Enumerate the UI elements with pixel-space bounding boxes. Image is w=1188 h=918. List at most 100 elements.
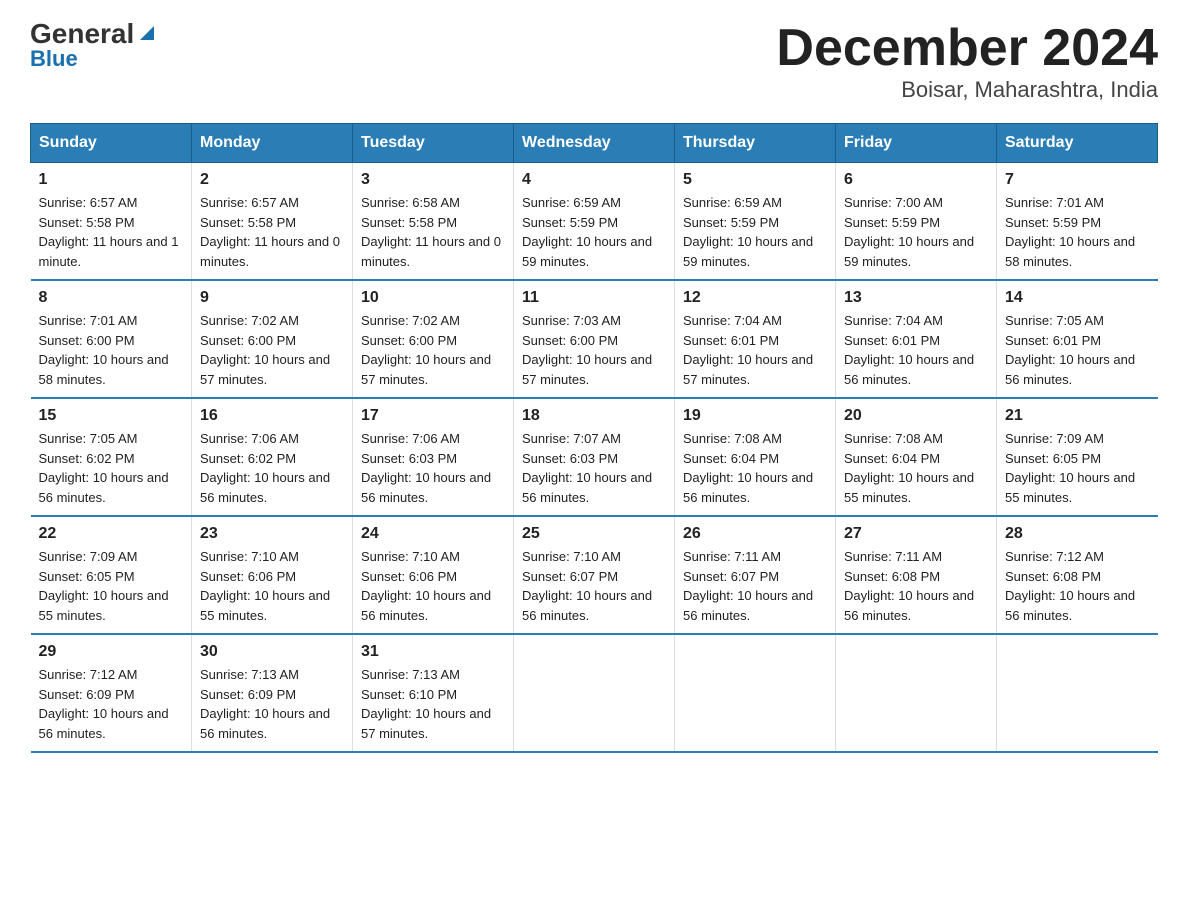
day-number: 21: [1005, 407, 1150, 425]
calendar-cell: 16 Sunrise: 7:06 AMSunset: 6:02 PMDaylig…: [192, 398, 353, 516]
day-number: 7: [1005, 171, 1150, 189]
header-tuesday: Tuesday: [353, 124, 514, 163]
calendar-cell: 11 Sunrise: 7:03 AMSunset: 6:00 PMDaylig…: [514, 280, 675, 398]
day-number: 29: [39, 643, 184, 661]
day-number: 4: [522, 171, 666, 189]
day-info: Sunrise: 6:57 AMSunset: 5:58 PMDaylight:…: [39, 195, 179, 269]
calendar-cell: 31 Sunrise: 7:13 AMSunset: 6:10 PMDaylig…: [353, 634, 514, 752]
calendar-cell: 24 Sunrise: 7:10 AMSunset: 6:06 PMDaylig…: [353, 516, 514, 634]
day-info: Sunrise: 6:58 AMSunset: 5:58 PMDaylight:…: [361, 195, 501, 269]
day-number: 2: [200, 171, 344, 189]
day-number: 13: [844, 289, 988, 307]
day-info: Sunrise: 7:00 AMSunset: 5:59 PMDaylight:…: [844, 195, 974, 269]
day-number: 28: [1005, 525, 1150, 543]
calendar-cell: 6 Sunrise: 7:00 AMSunset: 5:59 PMDayligh…: [836, 163, 997, 281]
day-info: Sunrise: 6:59 AMSunset: 5:59 PMDaylight:…: [683, 195, 813, 269]
day-info: Sunrise: 7:10 AMSunset: 6:07 PMDaylight:…: [522, 549, 652, 623]
day-info: Sunrise: 7:08 AMSunset: 6:04 PMDaylight:…: [683, 431, 813, 505]
day-info: Sunrise: 7:01 AMSunset: 6:00 PMDaylight:…: [39, 313, 169, 387]
page-header: General Blue December 2024 Boisar, Mahar…: [30, 20, 1158, 103]
calendar-cell: 27 Sunrise: 7:11 AMSunset: 6:08 PMDaylig…: [836, 516, 997, 634]
day-number: 11: [522, 289, 666, 307]
calendar-cell: 28 Sunrise: 7:12 AMSunset: 6:08 PMDaylig…: [997, 516, 1158, 634]
calendar-header-row: Sunday Monday Tuesday Wednesday Thursday…: [31, 124, 1158, 163]
day-info: Sunrise: 7:01 AMSunset: 5:59 PMDaylight:…: [1005, 195, 1135, 269]
calendar-cell: 20 Sunrise: 7:08 AMSunset: 6:04 PMDaylig…: [836, 398, 997, 516]
day-number: 12: [683, 289, 827, 307]
calendar-cell: 7 Sunrise: 7:01 AMSunset: 5:59 PMDayligh…: [997, 163, 1158, 281]
day-info: Sunrise: 7:02 AMSunset: 6:00 PMDaylight:…: [361, 313, 491, 387]
calendar-cell: [675, 634, 836, 752]
day-number: 16: [200, 407, 344, 425]
day-number: 14: [1005, 289, 1150, 307]
header-monday: Monday: [192, 124, 353, 163]
logo: General Blue: [30, 20, 158, 72]
day-info: Sunrise: 7:07 AMSunset: 6:03 PMDaylight:…: [522, 431, 652, 505]
day-number: 30: [200, 643, 344, 661]
calendar-cell: [997, 634, 1158, 752]
calendar-cell: 19 Sunrise: 7:08 AMSunset: 6:04 PMDaylig…: [675, 398, 836, 516]
day-number: 25: [522, 525, 666, 543]
day-info: Sunrise: 7:08 AMSunset: 6:04 PMDaylight:…: [844, 431, 974, 505]
day-number: 6: [844, 171, 988, 189]
header-wednesday: Wednesday: [514, 124, 675, 163]
calendar-cell: 15 Sunrise: 7:05 AMSunset: 6:02 PMDaylig…: [31, 398, 192, 516]
calendar-cell: 9 Sunrise: 7:02 AMSunset: 6:00 PMDayligh…: [192, 280, 353, 398]
day-info: Sunrise: 7:06 AMSunset: 6:02 PMDaylight:…: [200, 431, 330, 505]
calendar-week-row: 1 Sunrise: 6:57 AMSunset: 5:58 PMDayligh…: [31, 163, 1158, 281]
day-number: 20: [844, 407, 988, 425]
day-number: 3: [361, 171, 505, 189]
day-number: 9: [200, 289, 344, 307]
calendar-cell: 12 Sunrise: 7:04 AMSunset: 6:01 PMDaylig…: [675, 280, 836, 398]
calendar-cell: 4 Sunrise: 6:59 AMSunset: 5:59 PMDayligh…: [514, 163, 675, 281]
day-number: 23: [200, 525, 344, 543]
calendar-cell: 22 Sunrise: 7:09 AMSunset: 6:05 PMDaylig…: [31, 516, 192, 634]
day-number: 22: [39, 525, 184, 543]
logo-triangle-icon: [136, 22, 158, 44]
calendar-cell: 14 Sunrise: 7:05 AMSunset: 6:01 PMDaylig…: [997, 280, 1158, 398]
day-number: 8: [39, 289, 184, 307]
day-number: 27: [844, 525, 988, 543]
day-number: 10: [361, 289, 505, 307]
day-info: Sunrise: 7:04 AMSunset: 6:01 PMDaylight:…: [844, 313, 974, 387]
calendar-cell: 29 Sunrise: 7:12 AMSunset: 6:09 PMDaylig…: [31, 634, 192, 752]
day-info: Sunrise: 6:59 AMSunset: 5:59 PMDaylight:…: [522, 195, 652, 269]
day-info: Sunrise: 7:10 AMSunset: 6:06 PMDaylight:…: [200, 549, 330, 623]
logo-blue-text: Blue: [30, 46, 78, 72]
day-number: 18: [522, 407, 666, 425]
header-friday: Friday: [836, 124, 997, 163]
day-info: Sunrise: 7:09 AMSunset: 6:05 PMDaylight:…: [1005, 431, 1135, 505]
header-sunday: Sunday: [31, 124, 192, 163]
calendar-cell: 5 Sunrise: 6:59 AMSunset: 5:59 PMDayligh…: [675, 163, 836, 281]
calendar-cell: [836, 634, 997, 752]
calendar-cell: 21 Sunrise: 7:09 AMSunset: 6:05 PMDaylig…: [997, 398, 1158, 516]
calendar-week-row: 15 Sunrise: 7:05 AMSunset: 6:02 PMDaylig…: [31, 398, 1158, 516]
calendar-cell: 17 Sunrise: 7:06 AMSunset: 6:03 PMDaylig…: [353, 398, 514, 516]
logo-general-text: General: [30, 20, 134, 48]
day-number: 1: [39, 171, 184, 189]
day-info: Sunrise: 7:02 AMSunset: 6:00 PMDaylight:…: [200, 313, 330, 387]
calendar-cell: 30 Sunrise: 7:13 AMSunset: 6:09 PMDaylig…: [192, 634, 353, 752]
day-number: 24: [361, 525, 505, 543]
day-number: 17: [361, 407, 505, 425]
calendar-cell: 23 Sunrise: 7:10 AMSunset: 6:06 PMDaylig…: [192, 516, 353, 634]
calendar-cell: 8 Sunrise: 7:01 AMSunset: 6:00 PMDayligh…: [31, 280, 192, 398]
calendar-cell: 26 Sunrise: 7:11 AMSunset: 6:07 PMDaylig…: [675, 516, 836, 634]
day-info: Sunrise: 7:11 AMSunset: 6:07 PMDaylight:…: [683, 549, 813, 623]
calendar-cell: 2 Sunrise: 6:57 AMSunset: 5:58 PMDayligh…: [192, 163, 353, 281]
calendar-week-row: 8 Sunrise: 7:01 AMSunset: 6:00 PMDayligh…: [31, 280, 1158, 398]
calendar-cell: 3 Sunrise: 6:58 AMSunset: 5:58 PMDayligh…: [353, 163, 514, 281]
calendar-cell: 25 Sunrise: 7:10 AMSunset: 6:07 PMDaylig…: [514, 516, 675, 634]
calendar-table: Sunday Monday Tuesday Wednesday Thursday…: [30, 123, 1158, 753]
header-saturday: Saturday: [997, 124, 1158, 163]
day-info: Sunrise: 7:03 AMSunset: 6:00 PMDaylight:…: [522, 313, 652, 387]
calendar-week-row: 22 Sunrise: 7:09 AMSunset: 6:05 PMDaylig…: [31, 516, 1158, 634]
calendar-cell: [514, 634, 675, 752]
day-info: Sunrise: 7:04 AMSunset: 6:01 PMDaylight:…: [683, 313, 813, 387]
day-number: 19: [683, 407, 827, 425]
day-info: Sunrise: 7:09 AMSunset: 6:05 PMDaylight:…: [39, 549, 169, 623]
day-info: Sunrise: 7:12 AMSunset: 6:09 PMDaylight:…: [39, 667, 169, 741]
day-info: Sunrise: 7:13 AMSunset: 6:09 PMDaylight:…: [200, 667, 330, 741]
calendar-title: December 2024: [776, 20, 1158, 77]
day-info: Sunrise: 7:05 AMSunset: 6:01 PMDaylight:…: [1005, 313, 1135, 387]
